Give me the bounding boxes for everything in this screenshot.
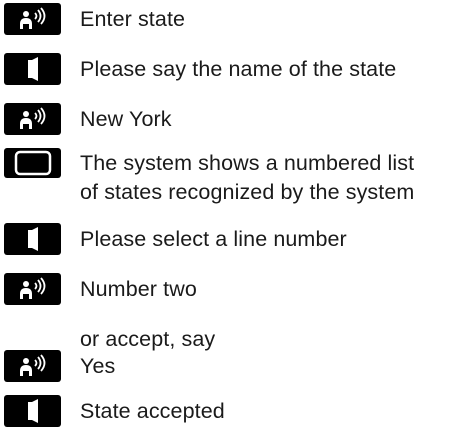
dialog-step-text-line1: The system shows a numbered list	[80, 151, 415, 175]
voice-dialog-sequence: Enter state Please say the name of the s…	[0, 0, 453, 428]
speaker-icon	[4, 223, 61, 255]
display-screen-icon	[4, 148, 61, 178]
speaker-icon	[4, 53, 61, 85]
dialog-step-text: or accept, say	[80, 327, 216, 351]
dialog-step-text: Enter state	[80, 7, 186, 31]
voice-command-icon	[4, 350, 61, 382]
dialog-step-text: New York	[80, 107, 172, 131]
dialog-step-text-line2: of states recognized by the system	[80, 180, 415, 204]
dialog-step-text: State accepted	[80, 399, 225, 423]
dialog-step-text: Yes	[80, 354, 116, 378]
dialog-step-text: Please select a line number	[80, 227, 347, 251]
voice-command-icon	[4, 273, 61, 305]
voice-command-icon	[4, 103, 61, 135]
dialog-step-text: Number two	[80, 277, 197, 301]
voice-command-icon	[4, 3, 61, 35]
speaker-icon	[4, 395, 61, 427]
dialog-step-text: Please say the name of the state	[80, 57, 397, 81]
